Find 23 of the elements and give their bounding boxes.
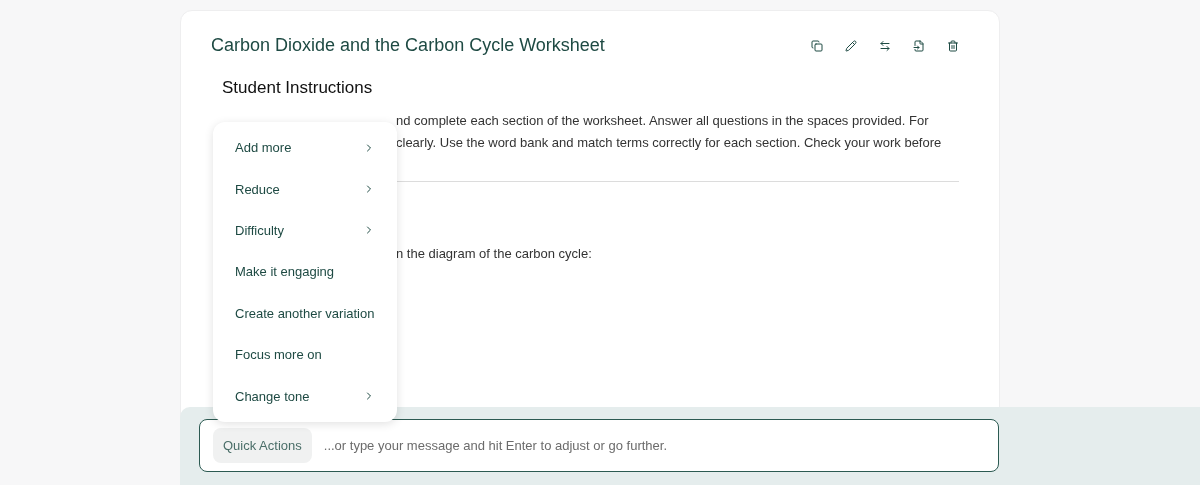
instruction-text: nd complete each section of the worksheet. Answer all questions in the spaces provided. For — [396, 112, 929, 130]
file-icon — [913, 39, 925, 52]
arrows-icon — [879, 39, 891, 52]
menu-item[interactable]: Make it engaging — [213, 251, 397, 293]
section-heading: Student Instructions — [222, 78, 374, 98]
menu-item[interactable]: Change tone — [213, 375, 397, 417]
worksheet-title: Carbon Dioxide and the Carbon Cycle Worksheet — [211, 35, 605, 56]
menu-item[interactable]: Add more — [213, 127, 397, 169]
message-field[interactable]: Quick Actions ...or type your message and hit Enter to adjust or go further. — [199, 419, 999, 472]
menu-item[interactable]: Reduce — [213, 168, 397, 210]
copy-icon — [811, 39, 823, 52]
question-text: n the diagram of the carbon cycle: — [396, 246, 592, 261]
menu-item[interactable]: Difficulty — [213, 209, 397, 252]
quick-actions-button[interactable]: Quick Actions — [213, 428, 312, 463]
pencil-icon — [845, 39, 857, 52]
menu-item[interactable]: Create another variation — [213, 292, 397, 334]
instruction-text: clearly. Use the word bank and match terms correctly for each section. Check your work before — [396, 134, 942, 152]
copy-button[interactable] — [809, 37, 825, 54]
menu-item[interactable]: Focus more on — [213, 333, 397, 376]
trash-button[interactable] — [945, 37, 961, 54]
trash-icon — [947, 39, 959, 52]
pencil-button[interactable] — [843, 37, 859, 54]
file-button[interactable] — [911, 37, 927, 54]
